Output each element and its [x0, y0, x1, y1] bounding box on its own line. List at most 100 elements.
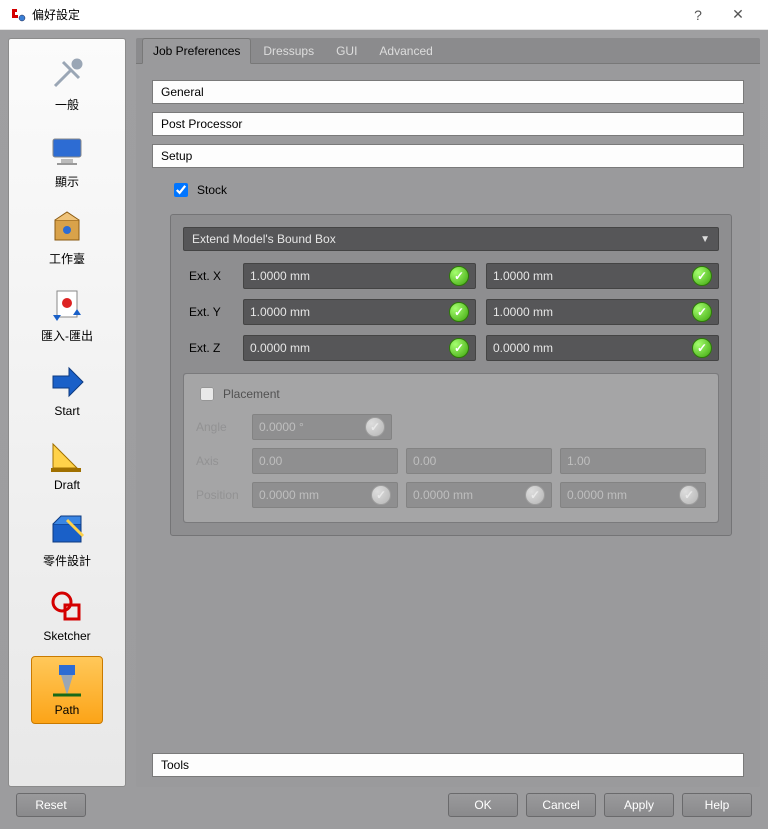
placement-checkbox[interactable] — [200, 387, 214, 401]
sidebar-item-import-export[interactable]: 匯入-匯出 — [31, 280, 103, 351]
cancel-button[interactable]: Cancel — [526, 793, 596, 817]
apply-check-icon[interactable]: ✓ — [692, 266, 712, 286]
placement-checkbox-row: Placement — [196, 384, 706, 404]
section-general[interactable]: General — [152, 80, 744, 104]
client-area: 一般 顯示 工作臺 匯入-匯出 — [0, 30, 768, 829]
field-value: 0.0000 mm — [250, 341, 449, 355]
angle-label: Angle — [196, 420, 244, 434]
apply-check-icon[interactable]: ✓ — [692, 338, 712, 358]
tools-icon — [47, 54, 87, 94]
apply-button[interactable]: Apply — [604, 793, 674, 817]
tab-bar: Job Preferences Dressups GUI Advanced — [136, 38, 760, 64]
titlebar: 偏好設定 ? ✕ — [0, 0, 768, 30]
pos-x-field: 0.0000 mm✓ — [252, 482, 398, 508]
stock-checkbox-row: Stock — [170, 180, 744, 200]
placement-label: Placement — [223, 387, 280, 401]
draft-icon — [47, 436, 87, 476]
field-value: 0.0000 ° — [259, 420, 365, 434]
ext-z-label: Ext. Z — [189, 335, 233, 361]
placement-panel: Placement Angle 0.0000 °✓ Axis 0.00 0.00… — [183, 373, 719, 523]
tab-advanced[interactable]: Advanced — [369, 39, 442, 63]
partdesign-icon — [47, 510, 87, 550]
section-tools[interactable]: Tools — [152, 753, 744, 777]
pos-z-field: 0.0000 mm✓ — [560, 482, 706, 508]
ext-y-label: Ext. Y — [189, 299, 233, 325]
dialog-button-bar: Reset OK Cancel Apply Help — [8, 787, 760, 821]
apply-check-icon: ✓ — [371, 485, 391, 505]
stock-checkbox[interactable] — [174, 183, 188, 197]
main-panel: Job Preferences Dressups GUI Advanced Ge… — [136, 38, 760, 787]
sidebar-item-label: Draft — [34, 478, 100, 492]
ext-y-min-field[interactable]: 1.0000 mm✓ — [243, 299, 476, 325]
import-export-icon — [47, 285, 87, 325]
ext-x-label: Ext. X — [189, 263, 233, 289]
sidebar-item-sketcher[interactable]: Sketcher — [31, 582, 103, 650]
section-postprocessor[interactable]: Post Processor — [152, 112, 744, 136]
field-value: 0.0000 mm — [493, 341, 692, 355]
position-label: Position — [196, 488, 244, 502]
titlebar-close-button[interactable]: ✕ — [718, 6, 758, 23]
stock-mode-value: Extend Model's Bound Box — [192, 232, 336, 246]
sidebar-item-partdesign[interactable]: 零件設計 — [31, 505, 103, 576]
field-value: 0.00 — [413, 454, 436, 468]
monitor-icon — [47, 131, 87, 171]
tab-content: General Post Processor Setup Stock Exten… — [136, 64, 760, 787]
ok-button[interactable]: OK — [448, 793, 518, 817]
sidebar-item-label: 匯入-匯出 — [34, 327, 100, 344]
stock-mode-select[interactable]: Extend Model's Bound Box ▼ — [183, 227, 719, 251]
ext-z-max-field[interactable]: 0.0000 mm✓ — [486, 335, 719, 361]
sidebar-item-label: Start — [34, 404, 100, 418]
field-value: 1.00 — [567, 454, 590, 468]
extent-grid: Ext. X 1.0000 mm✓ 1.0000 mm✓ Ext. Y 1.00… — [189, 263, 719, 361]
ext-x-min-field[interactable]: 1.0000 mm✓ — [243, 263, 476, 289]
apply-check-icon: ✓ — [525, 485, 545, 505]
apply-check-icon[interactable]: ✓ — [449, 338, 469, 358]
ext-y-max-field[interactable]: 1.0000 mm✓ — [486, 299, 719, 325]
reset-button[interactable]: Reset — [16, 793, 86, 817]
sidebar-item-label: Path — [34, 703, 100, 717]
pos-y-field: 0.0000 mm✓ — [406, 482, 552, 508]
sidebar-item-workbench[interactable]: 工作臺 — [31, 203, 103, 274]
help-button[interactable]: Help — [682, 793, 752, 817]
apply-check-icon: ✓ — [679, 485, 699, 505]
tab-job-preferences[interactable]: Job Preferences — [142, 38, 251, 64]
tab-gui[interactable]: GUI — [326, 39, 367, 63]
sidebar-item-label: 一般 — [34, 96, 100, 113]
stock-label: Stock — [197, 183, 227, 197]
field-value: 1.0000 mm — [250, 269, 449, 283]
section-setup[interactable]: Setup — [152, 144, 744, 168]
axis-y-field: 0.00 — [406, 448, 552, 474]
tab-dressups[interactable]: Dressups — [253, 39, 324, 63]
axis-z-field: 1.00 — [560, 448, 706, 474]
titlebar-help-button[interactable]: ? — [678, 7, 718, 23]
box-icon — [47, 208, 87, 248]
ext-x-max-field[interactable]: 1.0000 mm✓ — [486, 263, 719, 289]
apply-check-icon[interactable]: ✓ — [692, 302, 712, 322]
sidebar-item-display[interactable]: 顯示 — [31, 126, 103, 197]
sidebar-item-start[interactable]: Start — [31, 357, 103, 425]
field-value: 0.0000 mm — [567, 488, 679, 502]
sidebar-item-path[interactable]: Path — [31, 656, 103, 724]
apply-check-icon[interactable]: ✓ — [449, 302, 469, 322]
apply-check-icon: ✓ — [365, 417, 385, 437]
chevron-down-icon: ▼ — [700, 234, 710, 245]
ext-z-min-field[interactable]: 0.0000 mm✓ — [243, 335, 476, 361]
sidebar-item-label: 工作臺 — [34, 250, 100, 267]
stock-panel: Extend Model's Bound Box ▼ Ext. X 1.0000… — [170, 214, 732, 536]
field-value: 1.0000 mm — [493, 305, 692, 319]
app-icon — [10, 7, 26, 23]
field-value: 0.00 — [259, 454, 282, 468]
sidebar-item-general[interactable]: 一般 — [31, 49, 103, 120]
sidebar-item-draft[interactable]: Draft — [31, 431, 103, 499]
axis-label: Axis — [196, 454, 244, 468]
sidebar-item-label: Sketcher — [34, 629, 100, 643]
field-value: 1.0000 mm — [250, 305, 449, 319]
path-icon — [47, 661, 87, 701]
angle-field: 0.0000 °✓ — [252, 414, 392, 440]
sidebar-item-label: 零件設計 — [34, 552, 100, 569]
field-value: 1.0000 mm — [493, 269, 692, 283]
apply-check-icon[interactable]: ✓ — [449, 266, 469, 286]
upper-row: 一般 顯示 工作臺 匯入-匯出 — [8, 38, 760, 787]
sketcher-icon — [47, 587, 87, 627]
axis-x-field: 0.00 — [252, 448, 398, 474]
